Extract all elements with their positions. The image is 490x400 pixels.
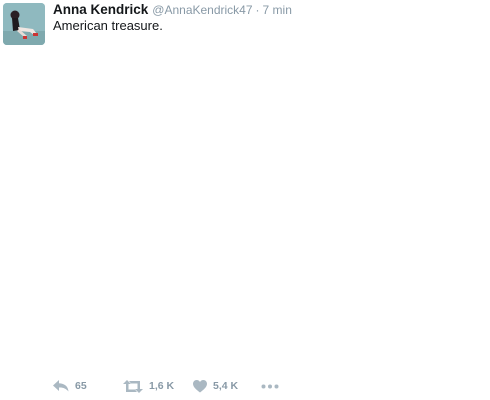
tweet-actions: 65 1,6 K 5,4 K <box>53 377 279 395</box>
more-dots-icon <box>261 384 279 388</box>
retweet-count: 1,6 K <box>149 380 175 392</box>
author-name[interactable]: Anna Kendrick <box>53 2 148 17</box>
tweet-timestamp[interactable]: 7 min <box>263 3 292 17</box>
tweet-header: Anna Kendrick @AnnaKendrick47 · 7 min <box>53 2 292 18</box>
header-separator: · <box>255 3 260 17</box>
author-handle[interactable]: @AnnaKendrick47 <box>152 3 252 17</box>
retweet-icon <box>123 379 143 393</box>
tweet: Anna Kendrick @AnnaKendrick47 · 7 min Ameri… <box>0 0 490 400</box>
like-button[interactable]: 5,4 K <box>193 379 261 393</box>
reply-icon <box>53 380 69 392</box>
tweet-text: American treasure. <box>53 18 163 33</box>
reply-count: 65 <box>75 380 87 392</box>
heart-icon <box>193 379 207 392</box>
reply-button[interactable]: 65 <box>53 380 123 392</box>
avatar[interactable] <box>3 3 45 45</box>
retweet-button[interactable]: 1,6 K <box>123 379 193 393</box>
avatar-image <box>3 3 45 45</box>
more-button[interactable] <box>261 384 279 389</box>
like-count: 5,4 K <box>213 380 239 392</box>
